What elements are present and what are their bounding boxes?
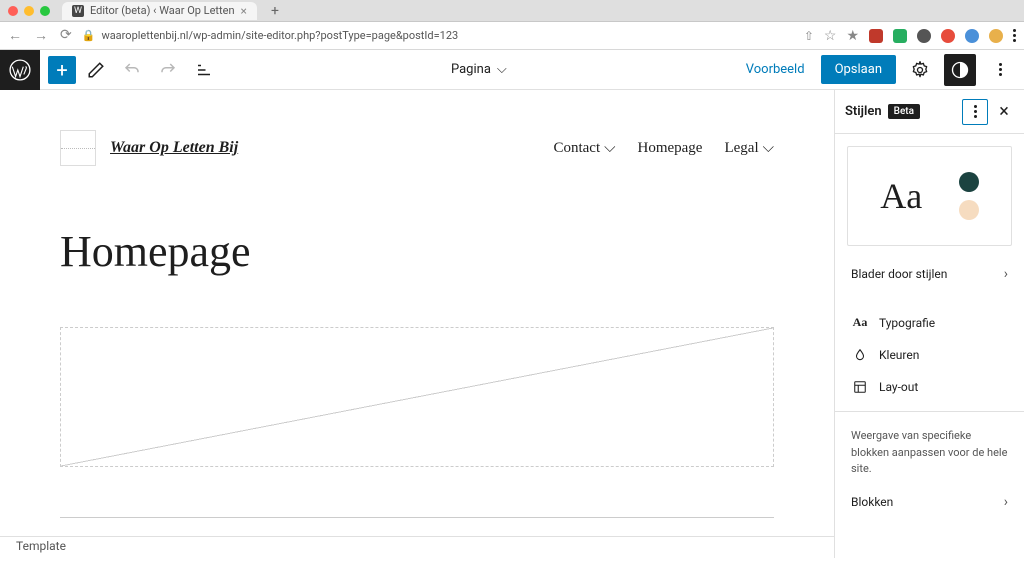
color-swatches: [959, 172, 979, 220]
undo-button[interactable]: [116, 54, 148, 86]
document-type-selector[interactable]: Pagina ⌵: [220, 62, 738, 77]
save-button[interactable]: Opslaan: [821, 55, 896, 84]
avatar-icon[interactable]: [989, 29, 1003, 43]
browser-menu-icon[interactable]: [1013, 29, 1016, 42]
extension-icons: ⇧ ☆ ★: [804, 28, 1016, 44]
address-bar[interactable]: 🔒 waaroplettenbij.nl/wp-admin/site-edito…: [82, 29, 794, 42]
browser-tab[interactable]: W Editor (beta) ‹ Waar Op Letten ×: [62, 2, 257, 20]
nav-item-homepage[interactable]: Homepage: [637, 139, 702, 157]
chevron-down-icon: ⌵: [763, 139, 774, 157]
separator-block[interactable]: [60, 517, 774, 518]
extension-icon[interactable]: [893, 29, 907, 43]
close-window-icon[interactable]: [8, 6, 18, 16]
minimize-window-icon[interactable]: [24, 6, 34, 16]
back-button[interactable]: ←: [8, 27, 22, 44]
typography-row[interactable]: Aa Typografie: [847, 306, 1012, 339]
add-block-button[interactable]: +: [48, 56, 76, 84]
extension-icon[interactable]: [965, 29, 979, 43]
extension-icon[interactable]: [941, 29, 955, 43]
browse-styles-row[interactable]: Blader door stijlen ›: [847, 254, 1012, 294]
browser-tab-bar: W Editor (beta) ‹ Waar Op Letten × +: [0, 0, 1024, 22]
settings-button[interactable]: [904, 54, 936, 86]
site-navigation[interactable]: Contact ⌵ Homepage Legal ⌵: [553, 139, 774, 157]
tab-title: Editor (beta) ‹ Waar Op Letten: [90, 4, 235, 17]
color-swatch-light: [959, 200, 979, 220]
nav-item-legal[interactable]: Legal ⌵: [724, 139, 774, 157]
styles-more-menu[interactable]: [962, 99, 988, 125]
block-breadcrumb[interactable]: Template: [0, 536, 834, 558]
chevron-right-icon: ›: [1004, 266, 1008, 282]
site-title[interactable]: Waar Op Letten Bij: [110, 139, 238, 157]
editor-top-toolbar: + Pagina ⌵ Voorbeeld Opslaan: [0, 50, 1024, 90]
document-type-label: Pagina: [451, 62, 491, 77]
preview-button[interactable]: Voorbeeld: [738, 62, 813, 77]
wordpress-logo[interactable]: [0, 50, 40, 90]
styles-panel-title: Stijlen: [845, 104, 882, 119]
colors-row[interactable]: Kleuren: [847, 339, 1012, 371]
lock-icon: 🔒: [82, 29, 96, 42]
close-tab-icon[interactable]: ×: [241, 4, 247, 18]
blocks-hint-text: Weergave van specifieke blokken aanpasse…: [847, 420, 1012, 482]
editor-canvas[interactable]: Waar Op Letten Bij Contact ⌵ Homepage Le…: [0, 90, 834, 558]
bookmark-icon[interactable]: ★: [846, 28, 859, 44]
redo-button[interactable]: [152, 54, 184, 86]
chevron-right-icon: ›: [1004, 494, 1008, 510]
featured-image-placeholder[interactable]: [60, 327, 774, 467]
layout-icon: [851, 380, 869, 394]
options-menu-button[interactable]: [984, 54, 1016, 86]
new-tab-button[interactable]: +: [271, 3, 279, 19]
typography-icon: Aa: [851, 315, 869, 330]
nav-item-contact[interactable]: Contact ⌵: [553, 139, 615, 157]
share-icon[interactable]: ⇧: [804, 29, 814, 43]
site-header-block[interactable]: Waar Op Letten Bij Contact ⌵ Homepage Le…: [60, 130, 774, 186]
extension-icon[interactable]: [869, 29, 883, 43]
styles-panel-header: Stijlen Beta ×: [835, 90, 1024, 134]
site-logo-placeholder[interactable]: [60, 130, 96, 166]
window-controls[interactable]: [8, 6, 50, 16]
chevron-down-icon: ⌵: [604, 139, 615, 157]
chevron-down-icon: ⌵: [497, 62, 507, 77]
url-text: waaroplettenbij.nl/wp-admin/site-editor.…: [101, 29, 458, 42]
extension-icon[interactable]: [917, 29, 931, 43]
droplet-icon: [851, 348, 869, 362]
browser-toolbar: ← → ⟳ 🔒 waaroplettenbij.nl/wp-admin/site…: [0, 22, 1024, 50]
layout-row[interactable]: Lay-out: [847, 371, 1012, 403]
forward-button[interactable]: →: [34, 27, 48, 44]
styles-toggle-button[interactable]: [944, 54, 976, 86]
wordpress-favicon-icon: W: [72, 5, 84, 17]
beta-badge: Beta: [888, 104, 920, 119]
list-view-button[interactable]: [188, 54, 220, 86]
style-preview-card[interactable]: Aa: [847, 146, 1012, 246]
reload-button[interactable]: ⟳: [60, 27, 72, 44]
star-icon[interactable]: ☆: [824, 28, 837, 44]
close-panel-button[interactable]: ×: [994, 101, 1014, 122]
styles-sidebar: Stijlen Beta × Aa Blader door stijl: [834, 90, 1024, 558]
edit-mode-button[interactable]: [80, 54, 112, 86]
blocks-row[interactable]: Blokken ›: [847, 482, 1012, 522]
color-swatch-dark: [959, 172, 979, 192]
typography-preview: Aa: [880, 175, 922, 217]
maximize-window-icon[interactable]: [40, 6, 50, 16]
page-title[interactable]: Homepage: [60, 226, 774, 277]
